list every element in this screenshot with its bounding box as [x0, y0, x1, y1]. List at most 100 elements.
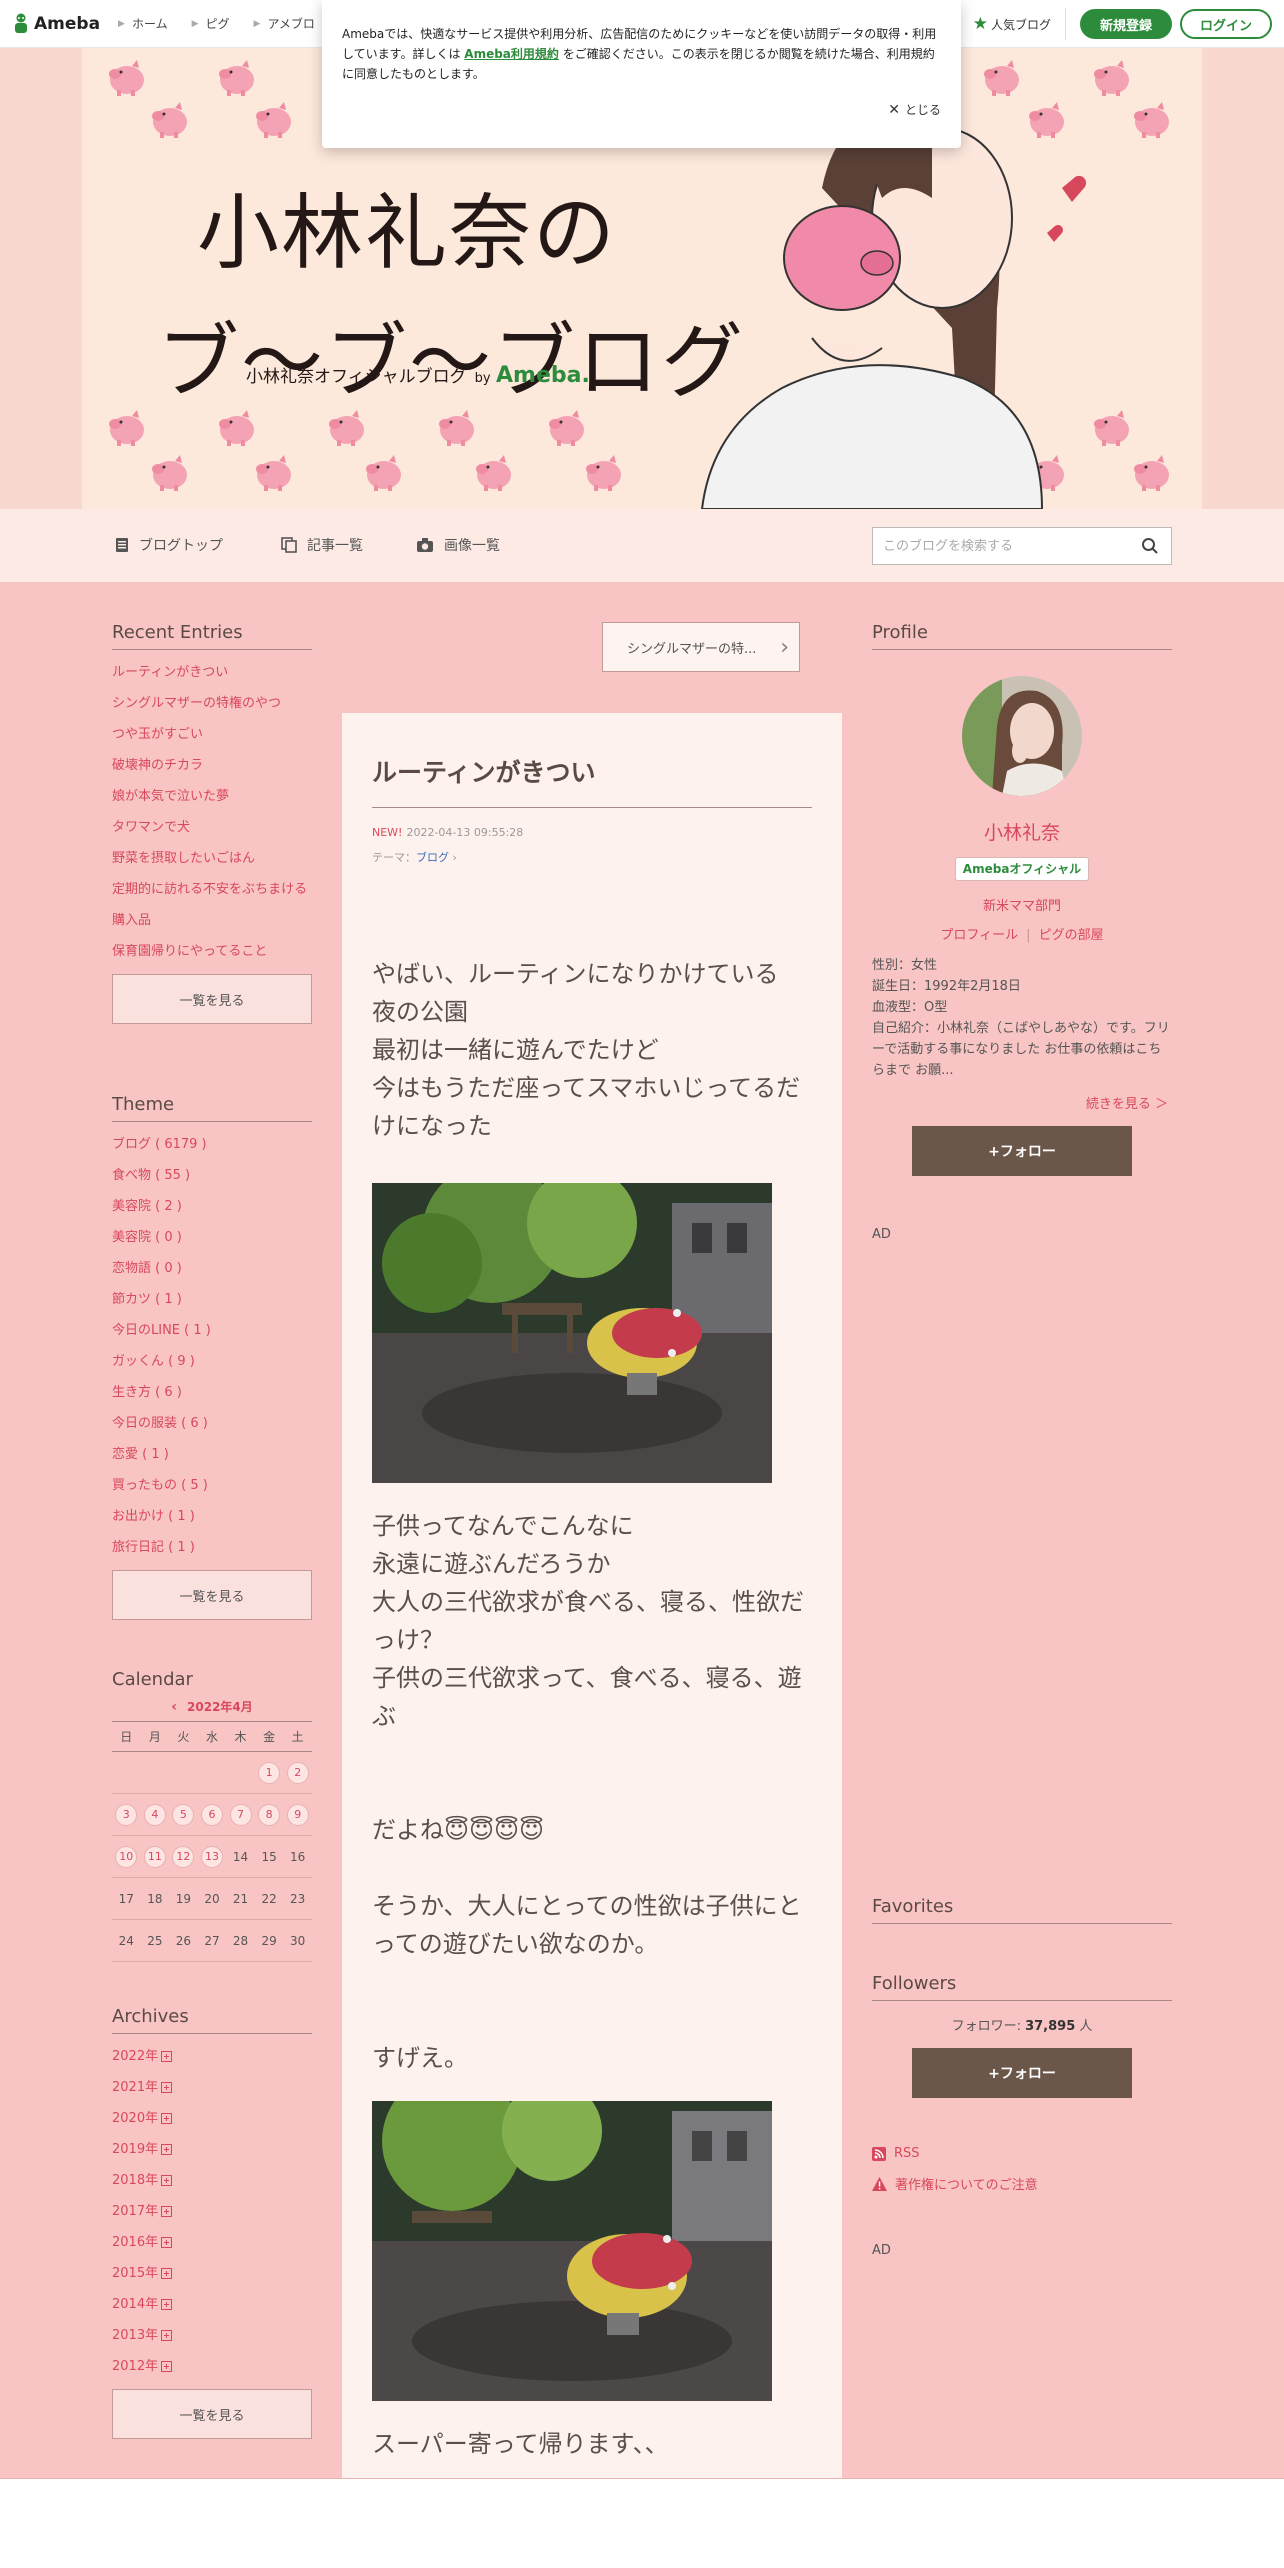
calendar-day-link[interactable]: 10 — [115, 1845, 138, 1868]
archive-year-link[interactable]: 2013年 — [112, 2327, 312, 2344]
expand-plus-icon[interactable] — [161, 2175, 173, 2186]
archive-year-link[interactable]: 2012年 — [112, 2358, 312, 2375]
profile-more-link[interactable]: 続きを見る ＞ — [872, 1093, 1168, 1112]
calendar-day: 4 — [140, 1793, 170, 1836]
calendar-day-label: 20 — [204, 1891, 220, 1906]
calendar-day-link[interactable]: 7 — [229, 1803, 252, 1826]
ameba-logo[interactable]: Ameba — [12, 12, 100, 36]
theme-link[interactable]: ブログ ( 6179 ) — [112, 1136, 312, 1153]
calendar-day-link[interactable]: 11 — [143, 1845, 166, 1868]
recent-more-button[interactable]: 一覧を見る — [112, 974, 312, 1024]
theme-link[interactable]: 今日の服装 ( 6 ) — [112, 1415, 312, 1432]
article-photo[interactable] — [372, 1183, 772, 1483]
calendar-day-link[interactable]: 4 — [143, 1803, 166, 1826]
prev-month-icon[interactable]: ‹ — [171, 1699, 177, 1715]
calendar-day-link[interactable]: 9 — [286, 1803, 309, 1826]
blog-top-link[interactable]: ブログトップ — [115, 535, 223, 555]
article-photo[interactable] — [372, 2101, 772, 2401]
follow-button[interactable]: +フォロー — [912, 1126, 1132, 1176]
recent-entry-link[interactable]: タワマンで犬 — [112, 819, 312, 836]
follow-button[interactable]: +フォロー — [912, 2048, 1132, 2098]
search-icon[interactable] — [1141, 537, 1159, 555]
theme-link[interactable]: 旅行日記 ( 1 ) — [112, 1539, 312, 1556]
archive-year-link[interactable]: 2021年 — [112, 2079, 312, 2096]
expand-plus-icon[interactable] — [161, 2051, 173, 2062]
calendar-day-link[interactable]: 5 — [172, 1803, 195, 1826]
recent-entry-link[interactable]: 定期的に訪れる不安をぶちまける — [112, 881, 312, 898]
recent-entry-link[interactable]: 保育園帰りにやってること — [112, 943, 312, 960]
expand-plus-icon[interactable] — [161, 2206, 173, 2217]
recent-entry-link[interactable]: シングルマザーの特権のやつ — [112, 695, 312, 712]
expand-plus-icon[interactable] — [161, 2299, 173, 2310]
avatar[interactable] — [962, 676, 1082, 796]
login-button[interactable]: ログイン — [1180, 9, 1272, 39]
theme-link[interactable]: 恋愛 ( 1 ) — [112, 1446, 312, 1463]
theme-link[interactable]: 今日のLINE ( 1 ) — [112, 1322, 312, 1339]
pigg-room-link[interactable]: ピグの部屋 — [1039, 928, 1104, 943]
expand-plus-icon[interactable] — [161, 2361, 173, 2372]
archive-year-link[interactable]: 2014年 — [112, 2296, 312, 2313]
archive-year-link[interactable]: 2019年 — [112, 2141, 312, 2158]
recent-entry-link[interactable]: つや玉がすごい — [112, 726, 312, 743]
calendar-day-link[interactable]: 13 — [200, 1845, 223, 1868]
cookie-close-button[interactable]: ✕ とじる — [888, 101, 941, 118]
archive-year-link[interactable]: 2020年 — [112, 2110, 312, 2127]
calendar-day-link[interactable]: 2 — [286, 1761, 309, 1784]
calendar-day-link[interactable]: 8 — [258, 1803, 281, 1826]
theme-link[interactable]: 食べ物 ( 55 ) — [112, 1167, 312, 1184]
recent-entry-link[interactable]: 娘が本気で泣いた夢 — [112, 788, 312, 805]
theme-link[interactable]: 節カツ ( 1 ) — [112, 1291, 312, 1308]
calendar-day-link[interactable]: 12 — [172, 1845, 195, 1868]
profile-name[interactable]: 小林礼奈 — [872, 818, 1172, 845]
terms-link[interactable]: Ameba利用規約 — [464, 47, 559, 61]
theme-link[interactable]: 恋物語 ( 0 ) — [112, 1260, 312, 1277]
theme-link[interactable]: 生き方 ( 6 ) — [112, 1384, 312, 1401]
images-link[interactable]: 画像一覧 — [416, 535, 500, 555]
profile-link[interactable]: プロフィール — [940, 928, 1018, 943]
article-title[interactable]: ルーティンがきつい — [372, 713, 812, 808]
theme-link[interactable]: 美容院 ( 0 ) — [112, 1229, 312, 1246]
calendar-day-link[interactable]: 3 — [115, 1803, 138, 1826]
theme-more-button[interactable]: 一覧を見る — [112, 1570, 312, 1620]
expand-plus-icon[interactable] — [161, 2144, 173, 2155]
recent-entry-link[interactable]: ルーティンがきつい — [112, 664, 312, 681]
archive-year-link[interactable]: 2018年 — [112, 2172, 312, 2189]
rss-icon — [872, 2146, 886, 2161]
theme-link[interactable]: ガッくん ( 9 ) — [112, 1353, 312, 1370]
archives-more-button[interactable]: 一覧を見る — [112, 2389, 312, 2439]
calendar-day-link[interactable]: 1 — [258, 1761, 281, 1784]
theme-link[interactable]: 美容院 ( 2 ) — [112, 1198, 312, 1215]
expand-plus-icon[interactable] — [161, 2082, 173, 2093]
profile-intro: 自己紹介：小林礼奈（こばやしあやな）です。フリーで活動する事になりました お仕事… — [872, 1021, 1170, 1078]
recent-entry-link[interactable]: 破壊神のチカラ — [112, 757, 312, 774]
archive-year-link[interactable]: 2015年 — [112, 2265, 312, 2282]
nav-pigg[interactable]: ▶ ピグ — [192, 15, 230, 32]
profile-department[interactable]: 新米ママ部門 — [872, 895, 1172, 914]
blog-search-input[interactable] — [873, 528, 1123, 564]
popular-blogs-link[interactable]: ★ 人気ブログ — [973, 8, 1066, 40]
recent-entry-link[interactable]: 野菜を摂取したいごはん — [112, 850, 312, 867]
expand-plus-icon[interactable] — [161, 2330, 173, 2341]
next-entry-button[interactable]: シングルマザーの特... › — [602, 622, 800, 672]
copyright-notice-link[interactable]: 著作権についてのご注意 — [872, 2174, 1172, 2193]
calendar-day-link[interactable]: 6 — [200, 1803, 223, 1826]
entries-link[interactable]: 記事一覧 — [281, 535, 363, 555]
nav-home[interactable]: ▶ ホーム — [118, 15, 168, 32]
theme-link[interactable]: お出かけ ( 1 ) — [112, 1508, 312, 1525]
article-theme-link[interactable]: ブログ — [416, 851, 449, 864]
archive-year-link[interactable]: 2016年 — [112, 2234, 312, 2251]
profile-birthday: 誕生日：1992年2月18日 — [872, 979, 1021, 994]
rss-link[interactable]: RSS — [872, 2146, 1172, 2161]
archives-list: 2022年 2021年 2020年 2019年 2018年 2017年 2016年 2015年… — [112, 2048, 312, 2375]
archive-year-link[interactable]: 2022年 — [112, 2048, 312, 2065]
expand-plus-icon[interactable] — [161, 2237, 173, 2248]
recent-entry-link[interactable]: 購入品 — [112, 912, 312, 929]
calendar-day: 21 — [226, 1877, 255, 1920]
nav-ameblo[interactable]: ▶ アメブロ — [254, 15, 315, 32]
paragraph: スーパー寄って帰ります、、 — [372, 2430, 669, 2458]
expand-plus-icon[interactable] — [161, 2268, 173, 2279]
signup-button[interactable]: 新規登録 — [1080, 9, 1172, 39]
archive-year-link[interactable]: 2017年 — [112, 2203, 312, 2220]
theme-link[interactable]: 買ったもの ( 5 ) — [112, 1477, 312, 1494]
expand-plus-icon[interactable] — [161, 2113, 173, 2124]
